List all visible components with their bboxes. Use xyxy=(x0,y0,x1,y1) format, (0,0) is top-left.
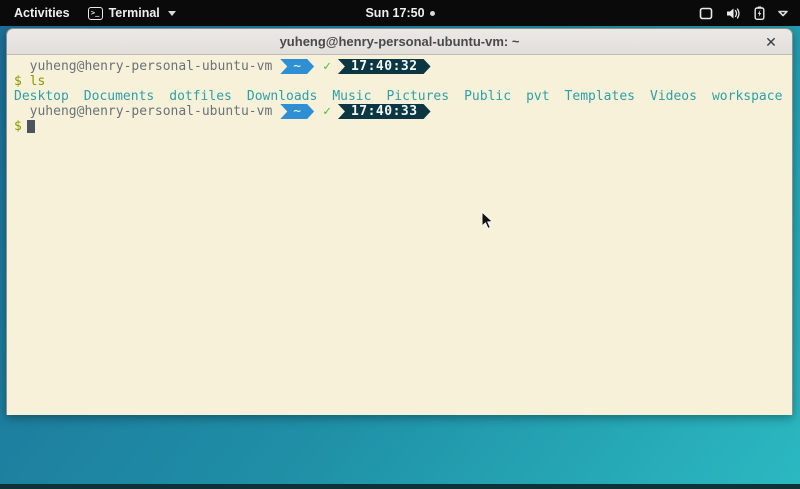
desktop-bottom-strip xyxy=(0,484,800,489)
prompt-path-segment: ~ xyxy=(280,59,314,74)
display-icon xyxy=(699,7,713,20)
prompt-path-segment: ~ xyxy=(280,104,314,119)
activities-button[interactable]: Activities xyxy=(10,4,74,22)
prompt-user: yuheng@henry-personal-ubuntu-vm xyxy=(14,59,272,74)
directory-name: Music xyxy=(332,89,371,104)
app-menu-button[interactable]: >_ Terminal xyxy=(88,6,176,20)
directory-name: dotfiles xyxy=(169,89,232,104)
text-cursor xyxy=(27,120,35,133)
system-status-area[interactable] xyxy=(699,6,800,20)
current-prompt-line: $ xyxy=(14,119,792,134)
directory-name: Videos xyxy=(650,89,697,104)
prompt-dollar: $ xyxy=(14,119,22,134)
terminal-window: yuheng@henry-personal-ubuntu-vm: ~ ✕ yuh… xyxy=(6,28,793,415)
screen: Activities >_ Terminal Sun 17:50 xyxy=(0,0,800,489)
window-titlebar[interactable]: yuheng@henry-personal-ubuntu-vm: ~ ✕ xyxy=(7,29,792,55)
notification-dot-icon xyxy=(430,11,435,16)
window-title: yuheng@henry-personal-ubuntu-vm: ~ xyxy=(280,34,520,49)
close-button[interactable]: ✕ xyxy=(760,29,782,55)
ls-output-line: Desktop Documents dotfiles Downloads Music Pi… xyxy=(14,89,792,104)
chevron-down-icon xyxy=(778,10,788,17)
prompt-dollar: $ xyxy=(14,74,22,89)
status-check-icon: ✓ xyxy=(323,104,331,119)
volume-icon xyxy=(726,7,741,20)
prompt-time-segment: 17:40:33 xyxy=(338,104,431,119)
app-menu-label: Terminal xyxy=(109,6,160,20)
prompt-user: yuheng@henry-personal-ubuntu-vm xyxy=(14,104,272,119)
status-check-icon: ✓ xyxy=(323,59,331,74)
directory-name: Public xyxy=(464,89,511,104)
command-line: $ ls xyxy=(14,74,792,89)
chevron-down-icon xyxy=(168,11,176,16)
terminal-app-icon: >_ xyxy=(88,7,103,20)
directory-name: Templates xyxy=(565,89,635,104)
prompt-time-segment: 17:40:32 xyxy=(338,59,431,74)
directory-name: Desktop xyxy=(14,89,69,104)
directory-name: Documents xyxy=(84,89,154,104)
gnome-top-bar: Activities >_ Terminal Sun 17:50 xyxy=(0,0,800,26)
directory-name: pvt xyxy=(526,89,549,104)
battery-charging-icon xyxy=(754,6,765,20)
mouse-cursor-icon xyxy=(481,211,494,235)
clock-label[interactable]: Sun 17:50 xyxy=(365,6,424,20)
prompt-line-1: yuheng@henry-personal-ubuntu-vm ~ ✓ 17:4… xyxy=(14,59,792,74)
command-text: ls xyxy=(30,74,46,89)
directory-name: workspace xyxy=(712,89,782,104)
directory-name: Pictures xyxy=(386,89,449,104)
terminal-content[interactable]: yuheng@henry-personal-ubuntu-vm ~ ✓ 17:4… xyxy=(7,55,792,415)
directory-name: Downloads xyxy=(247,89,317,104)
top-bar-left: Activities >_ Terminal xyxy=(0,4,176,22)
prompt-line-2: yuheng@henry-personal-ubuntu-vm ~ ✓ 17:4… xyxy=(14,104,792,119)
